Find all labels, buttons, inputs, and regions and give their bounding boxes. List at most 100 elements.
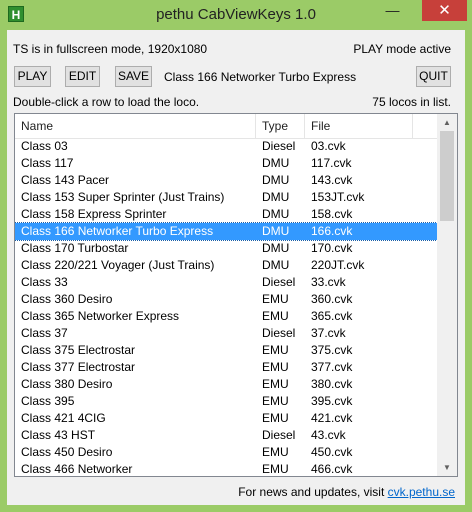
row-name: Class 33 (21, 275, 68, 289)
row-file: 365.cvk (311, 309, 353, 323)
column-header-type[interactable]: Type (256, 114, 305, 138)
row-name: Class 166 Networker Turbo Express (21, 224, 214, 238)
row-file: 170.cvk (311, 241, 353, 255)
row-type: EMU (262, 377, 289, 391)
row-file: 380.cvk (311, 377, 353, 391)
list-header: Name Type File (15, 114, 437, 139)
row-file: 153JT.cvk (311, 190, 365, 204)
row-type: Diesel (262, 428, 296, 442)
row-file: 37.cvk (311, 326, 346, 340)
row-type: EMU (262, 343, 289, 357)
row-type: EMU (262, 360, 289, 374)
table-row[interactable]: Class 375 Electrostar EMU 375.cvk (15, 342, 437, 359)
vertical-scrollbar[interactable]: ▲ ▼ (437, 114, 457, 476)
row-file: 33.cvk (311, 275, 346, 289)
table-row[interactable]: Class 450 Desiro EMU 450.cvk (15, 444, 437, 461)
row-type: DMU (262, 190, 290, 204)
footer-text: For news and updates, visit (238, 485, 385, 499)
list-rows: Class 03 Diesel 03.cvk Class 117 DMU 117.cvk C… (15, 138, 438, 476)
save-button[interactable]: SAVE (115, 66, 152, 87)
row-name: Class 158 Express Sprinter (21, 207, 167, 221)
table-row[interactable]: Class 33 Diesel 33.cvk (15, 274, 437, 291)
row-name: Class 117 (21, 156, 74, 170)
table-row[interactable]: Class 166 Networker Turbo Express DMU 166.… (15, 222, 438, 241)
row-name: Class 03 (21, 139, 68, 153)
website-link[interactable]: cvk.pethu.se (388, 485, 455, 499)
row-name: Class 377 Electrostar (21, 360, 136, 374)
table-row[interactable]: Class 37 Diesel 37.cvk (15, 325, 437, 342)
title-bar[interactable]: H pethu CabViewKeys 1.0 — □ ✕ (0, 0, 472, 30)
row-file: 158.cvk (311, 207, 353, 221)
row-file: 43.cvk (311, 428, 346, 442)
row-file: 375.cvk (311, 343, 353, 357)
minimize-button[interactable]: — (378, 0, 407, 21)
table-row[interactable]: Class 360 Desiro EMU 360.cvk (15, 291, 437, 308)
scroll-down-icon[interactable]: ▼ (437, 459, 457, 476)
row-type: EMU (262, 292, 289, 306)
table-row[interactable]: Class 03 Diesel 03.cvk (15, 138, 437, 155)
table-row[interactable]: Class 143 Pacer DMU 143.cvk (15, 172, 437, 189)
row-name: Class 170 Turbostar (21, 241, 129, 255)
row-type: EMU (262, 445, 289, 459)
row-file: 421.cvk (311, 411, 353, 425)
play-button[interactable]: PLAY (14, 66, 51, 87)
row-file: 450.cvk (311, 445, 353, 459)
loco-count: 75 locos in list. (372, 95, 451, 109)
row-name: Class 450 Desiro (21, 445, 113, 459)
row-file: 117.cvk (311, 156, 352, 170)
row-file: 143.cvk (311, 173, 353, 187)
row-file: 466.cvk (311, 462, 353, 476)
row-name: Class 365 Networker Express (21, 309, 180, 323)
table-row[interactable]: Class 365 Networker Express EMU 365.cvk (15, 308, 437, 325)
row-name: Class 37 (21, 326, 68, 340)
app-window: H pethu CabViewKeys 1.0 — □ ✕ TS is in f… (0, 0, 472, 512)
row-type: DMU (262, 241, 290, 255)
row-type: Diesel (262, 139, 296, 153)
scroll-up-icon[interactable]: ▲ (437, 114, 457, 131)
loco-list[interactable]: Name Type File Class 03 Diesel 03.cvk Class… (14, 113, 458, 477)
row-type: EMU (262, 309, 289, 323)
play-mode-status: PLAY mode active (353, 42, 451, 56)
quit-button[interactable]: QUIT (416, 66, 451, 87)
scroll-thumb[interactable] (440, 131, 454, 221)
row-type: EMU (262, 394, 289, 408)
row-name: Class 380 Desiro (21, 377, 113, 391)
client-area: TS is in fullscreen mode, 1920x1080 PLAY… (7, 30, 465, 505)
table-row[interactable]: Class 117 DMU 117.cvk (15, 155, 437, 172)
row-name: Class 360 Desiro (21, 292, 113, 306)
column-header-file[interactable]: File (305, 114, 413, 138)
footer: For news and updates, visit cvk.pethu.se (238, 485, 455, 499)
table-row[interactable]: Class 170 Turbostar DMU 170.cvk (15, 240, 437, 257)
table-row[interactable]: Class 377 Electrostar EMU 377.cvk (15, 359, 437, 376)
table-row[interactable]: Class 220/221 Voyager (Just Trains) DMU 22… (15, 257, 437, 274)
column-header-name[interactable]: Name (15, 114, 256, 138)
row-file: 360.cvk (311, 292, 353, 306)
row-type: DMU (262, 173, 290, 187)
row-type: EMU (262, 411, 289, 425)
row-type: Diesel (262, 275, 296, 289)
row-name: Class 220/221 Voyager (Just Trains) (21, 258, 215, 272)
row-name: Class 153 Super Sprinter (Just Trains) (21, 190, 225, 204)
table-row[interactable]: Class 158 Express Sprinter DMU 158.cvk (15, 206, 437, 223)
edit-button[interactable]: EDIT (65, 66, 100, 87)
row-file: 166.cvk (311, 224, 353, 238)
table-row[interactable]: Class 421 4CIG EMU 421.cvk (15, 410, 437, 427)
row-file: 395.cvk (311, 394, 353, 408)
hint-text: Double-click a row to load the loco. (13, 95, 200, 109)
table-row[interactable]: Class 43 HST Diesel 43.cvk (15, 427, 437, 444)
table-row[interactable]: Class 153 Super Sprinter (Just Trains) DM… (15, 189, 437, 206)
table-row[interactable]: Class 380 Desiro EMU 380.cvk (15, 376, 437, 393)
row-file: 220JT.cvk (311, 258, 365, 272)
row-name: Class 143 Pacer (21, 173, 110, 187)
row-type: DMU (262, 156, 290, 170)
fullscreen-status: TS is in fullscreen mode, 1920x1080 (13, 42, 208, 56)
close-button[interactable]: ✕ (422, 0, 467, 21)
row-name: Class 375 Electrostar (21, 343, 136, 357)
row-type: Diesel (262, 326, 296, 340)
row-type: DMU (262, 207, 290, 221)
table-row[interactable]: Class 466 Networker EMU 466.cvk (15, 461, 437, 476)
current-loco-label: Class 166 Networker Turbo Express (164, 70, 357, 84)
table-row[interactable]: Class 395 EMU 395.cvk (15, 393, 437, 410)
row-name: Class 43 HST (21, 428, 96, 442)
row-file: 377.cvk (311, 360, 353, 374)
